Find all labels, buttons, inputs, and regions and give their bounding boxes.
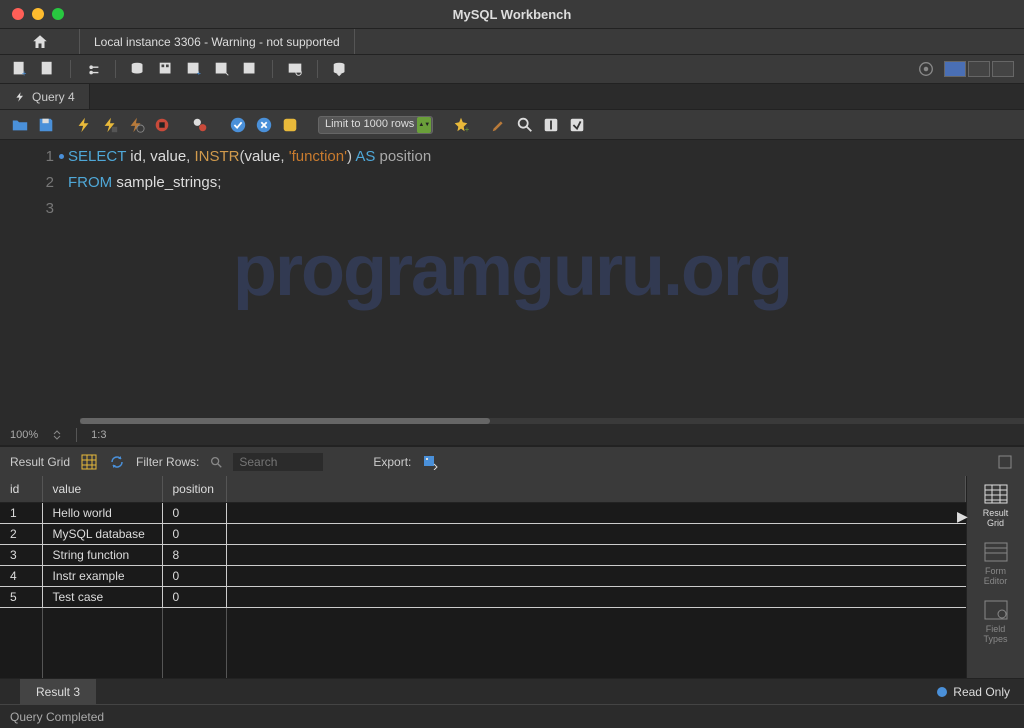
open-sql-icon[interactable] — [38, 59, 58, 79]
lightning-icon — [14, 91, 26, 103]
explain-icon[interactable] — [126, 115, 146, 135]
result-tabbar: Result 3 Read Only — [0, 678, 1024, 704]
column-header[interactable]: value — [42, 476, 162, 503]
svg-text:+: + — [22, 69, 27, 78]
result-grid-button[interactable]: Result Grid — [982, 482, 1010, 528]
result-grid[interactable]: idvalueposition1Hello world02MySQL datab… — [0, 476, 966, 678]
editor-scrollbar[interactable] — [80, 418, 1024, 424]
result-area: idvalueposition1Hello world02MySQL datab… — [0, 476, 1024, 678]
table-row[interactable]: 5Test case0 — [0, 587, 966, 608]
autocommit-icon[interactable] — [280, 115, 300, 135]
main-toolbar: + + — [0, 54, 1024, 84]
minimize-window-button[interactable] — [32, 8, 44, 20]
form-editor-button[interactable]: Form Editor — [982, 540, 1010, 586]
execute-icon[interactable] — [74, 115, 94, 135]
db-icon-4[interactable] — [212, 59, 232, 79]
readonly-indicator: Read Only — [923, 685, 1024, 699]
db-icon-5[interactable] — [240, 59, 260, 79]
result-tab[interactable]: Result 3 — [20, 679, 96, 704]
sql-editor[interactable]: 123 SELECT id, value, INSTR(value, 'func… — [0, 140, 1024, 418]
panel-toggles — [944, 61, 1014, 77]
result-sidebar: ▶ Result Grid Form Editor Field Types — [966, 476, 1024, 678]
result-toolbar: Result Grid Filter Rows: Export: — [0, 446, 1024, 476]
toggle-2-icon[interactable] — [567, 115, 587, 135]
refresh-icon[interactable] — [108, 453, 126, 471]
query-toolbar: Limit to 1000 rows ▲▼ + — [0, 110, 1024, 140]
db-icon-2[interactable] — [156, 59, 176, 79]
editor-code[interactable]: SELECT id, value, INSTR(value, 'function… — [68, 140, 1024, 418]
export-label: Export: — [373, 455, 411, 469]
cursor-position: 1:3 — [91, 429, 106, 441]
column-header[interactable]: position — [162, 476, 226, 503]
bottom-panel-toggle[interactable] — [968, 61, 990, 77]
table-row[interactable]: 1Hello world0 — [0, 503, 966, 524]
execute-current-icon[interactable] — [100, 115, 120, 135]
db-icon-3[interactable]: + — [184, 59, 204, 79]
brush-icon[interactable] — [489, 115, 509, 135]
search-icon[interactable] — [515, 115, 535, 135]
left-panel-toggle[interactable] — [944, 61, 966, 77]
filter-rows-label: Filter Rows: — [136, 455, 199, 469]
limit-select[interactable]: Limit to 1000 rows ▲▼ — [318, 116, 433, 134]
status-text: Query Completed — [10, 710, 104, 724]
db-icon-1[interactable] — [128, 59, 148, 79]
readonly-dot-icon — [937, 687, 947, 697]
gear-icon[interactable] — [916, 59, 936, 79]
db-icon-7[interactable] — [330, 59, 350, 79]
result-grid-label: Result Grid — [10, 455, 70, 469]
svg-text:+: + — [465, 125, 470, 134]
connection-tabbar: Local instance 3306 - Warning - not supp… — [0, 28, 1024, 54]
commit-icon[interactable] — [228, 115, 248, 135]
sidebar-arrow-icon[interactable]: ▶ — [957, 508, 968, 525]
titlebar: MySQL Workbench — [0, 0, 1024, 28]
filter-search-input[interactable] — [233, 453, 323, 471]
zoom-level[interactable]: 100% — [10, 429, 38, 441]
rollback-icon[interactable] — [254, 115, 274, 135]
limit-arrows-icon: ▲▼ — [417, 117, 431, 133]
toggle-1-icon[interactable] — [541, 115, 561, 135]
beautify-icon[interactable]: + — [451, 115, 471, 135]
table-row[interactable]: 2MySQL database0 — [0, 524, 966, 545]
field-types-button[interactable]: Field Types — [982, 598, 1010, 644]
export-icon[interactable] — [421, 453, 439, 471]
right-panel-toggle[interactable] — [992, 61, 1014, 77]
query-tab[interactable]: Query 4 — [0, 84, 90, 109]
close-window-button[interactable] — [12, 8, 24, 20]
stop-icon[interactable] — [152, 115, 172, 135]
editor-statusbar: 100% 1:3 — [0, 424, 1024, 446]
search-small-icon — [209, 455, 223, 469]
new-sql-icon[interactable]: + — [10, 59, 30, 79]
db-icon-6[interactable] — [285, 59, 305, 79]
no-limit-icon[interactable] — [190, 115, 210, 135]
statusbar: Query Completed — [0, 704, 1024, 728]
inspector-icon[interactable] — [83, 59, 103, 79]
table-row[interactable]: 4Instr example0 — [0, 566, 966, 587]
grid-icon[interactable] — [80, 453, 98, 471]
query-tabbar: Query 4 — [0, 84, 1024, 110]
column-header[interactable]: id — [0, 476, 42, 503]
window-title: MySQL Workbench — [453, 7, 572, 22]
save-icon[interactable] — [36, 115, 56, 135]
home-icon — [31, 33, 49, 51]
limit-select-label: Limit to 1000 rows — [318, 116, 433, 134]
editor-gutter: 123 — [0, 140, 68, 418]
maximize-window-button[interactable] — [52, 8, 64, 20]
wrap-icon[interactable] — [996, 453, 1014, 471]
home-tab[interactable] — [0, 29, 80, 54]
zoom-arrows-icon[interactable] — [52, 430, 62, 440]
table-row[interactable]: 3String function8 — [0, 545, 966, 566]
query-tab-label: Query 4 — [32, 90, 75, 104]
open-file-icon[interactable] — [10, 115, 30, 135]
svg-text:+: + — [197, 68, 201, 77]
connection-tab[interactable]: Local instance 3306 - Warning - not supp… — [80, 29, 355, 54]
